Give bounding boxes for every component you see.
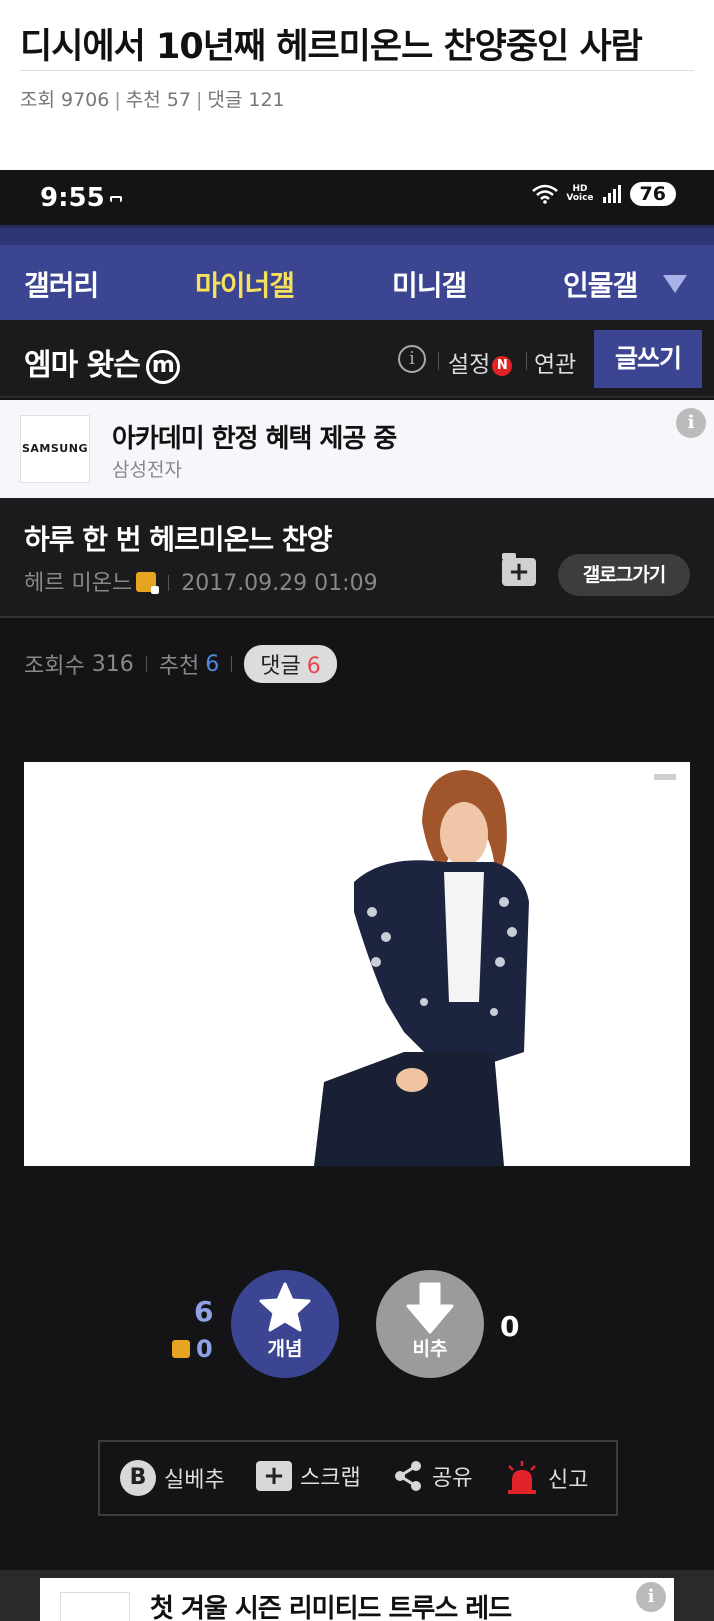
settings-label: 설정 [448, 352, 491, 378]
ad-advertiser: 삼성전자 [112, 459, 182, 481]
comments-button[interactable]: 댓글 6 [244, 645, 337, 683]
report-label: 신고 [548, 1468, 589, 1493]
share-label: 공유 [432, 1466, 473, 1491]
woman-portrait-image [24, 762, 690, 1166]
likes-count: 추천 57 [125, 89, 191, 111]
ad-banner-bottom[interactable]: 첫 겨울 시즌 리미티드 트루스 레드 i [40, 1578, 674, 1621]
upvote-count: 6 [194, 1295, 214, 1328]
vote-area: 6 0 개념 비추 0 [0, 1270, 714, 1420]
share-icon [395, 1461, 421, 1491]
post-stats-line: 조회 9706 | 추천 57 | 댓글 121 [20, 85, 285, 112]
recommend-label: 추천 [158, 654, 200, 679]
post-photo[interactable] [24, 762, 690, 1166]
status-icons: HD Voice 76 [532, 182, 676, 206]
best-recommend-button[interactable]: B 실베추 [120, 1460, 225, 1496]
ad-banner-top[interactable]: SAMSUNG 아카데미 한정 혜택 제공 중 삼성전자 i [0, 400, 714, 498]
post-datetime: 2017.09.29 01:09 [181, 571, 378, 596]
comments-label: 댓글 [260, 654, 301, 679]
status-time: 9:55 [40, 183, 105, 213]
ad-bottom-logo [60, 1592, 130, 1621]
author-name[interactable]: 헤르 미온느 [24, 571, 132, 596]
scrap-button[interactable]: + 스크랩 [256, 1460, 361, 1492]
upvote-label: 개념 [267, 1338, 303, 1360]
action-bar: B 실베추 + 스크랩 공유 신고 [98, 1440, 618, 1516]
comments-value: 6 [306, 654, 321, 679]
star-icon [259, 1282, 311, 1332]
wifi-icon [532, 184, 559, 204]
title-divider [20, 70, 694, 71]
nav-band-line [0, 225, 714, 228]
downvote-count: 0 [500, 1310, 520, 1343]
stats-separator: | [195, 89, 203, 111]
views-value: 316 [91, 651, 134, 677]
post-title: 하루 한 번 헤르미온느 찬양 [24, 523, 332, 556]
samsung-logo: SAMSUNG [20, 415, 90, 483]
ad-info-icon[interactable]: i [676, 408, 706, 438]
fixed-nick-icon [136, 572, 160, 594]
fixed-nick-icon [172, 1340, 190, 1358]
signal-icon [602, 185, 621, 203]
page-title: 디시에서 10년째 헤르미온느 찬양중인 사람 [20, 27, 643, 67]
post-header: 하루 한 번 헤르미온느 찬양 헤르 미온느 2017.09.29 01:09 +… [0, 498, 714, 618]
report-button[interactable]: 신고 [504, 1460, 588, 1496]
settings-link[interactable]: 설정 N [448, 345, 513, 379]
downvote-button[interactable]: 비추 [376, 1270, 484, 1378]
notification-icon [110, 196, 122, 202]
watermark [654, 774, 676, 780]
phone-screenshot: 9:55 HD Voice 76 갤러리 마이너갤 미니갤 인물갤 엠마 왓슨 … [0, 170, 714, 1621]
fixed-upvote-value: 0 [196, 1335, 213, 1363]
battery-indicator: 76 [629, 182, 676, 206]
post-meta: 헤르 미온느 2017.09.29 01:09 [24, 565, 378, 597]
fixed-upvote-count: 0 [172, 1335, 213, 1363]
arrow-down-icon [406, 1282, 454, 1334]
ad-bottom-title: 첫 겨울 시즌 리미티드 트루스 레드 [150, 1594, 512, 1621]
ad-title: 아카데미 한정 혜택 제공 중 [112, 424, 397, 454]
recommend-value: 6 [205, 651, 220, 677]
write-button[interactable]: 글쓰기 [594, 330, 702, 388]
header-separator [438, 352, 439, 370]
stat-separator [145, 656, 147, 672]
views-label: 조회수 [24, 654, 85, 679]
folder-add-icon[interactable]: + [502, 553, 536, 586]
new-badge: N [492, 356, 513, 376]
scrap-label: 스크랩 [300, 1466, 361, 1491]
share-button[interactable]: 공유 [392, 1460, 472, 1492]
stat-separator [231, 656, 233, 672]
downvote-label: 비추 [412, 1338, 448, 1360]
b-icon: B [120, 1460, 156, 1496]
views-count: 조회 9706 [20, 89, 110, 111]
folder-plus-icon: + [256, 1461, 292, 1491]
gallog-button[interactable]: 갤로그가기 [558, 554, 690, 596]
stats-separator: | [114, 89, 121, 111]
related-link[interactable]: 연관 [534, 345, 576, 379]
header-separator [526, 352, 527, 370]
tab-person-gallery[interactable]: 인물갤 [563, 264, 638, 304]
gallery-nav: 갤러리 마이너갤 미니갤 인물갤 [0, 245, 714, 320]
hd-voice-icon: HD Voice [566, 184, 594, 203]
best-recommend-label: 실베추 [164, 1468, 225, 1493]
info-icon[interactable]: i [398, 345, 426, 373]
meta-separator [168, 575, 170, 591]
gallery-name[interactable]: 엠마 왓슨 m [24, 340, 180, 384]
gallery-header: 엠마 왓슨 m i 설정 N 연관 글쓰기 [0, 320, 714, 398]
tab-mini-gallery[interactable]: 미니갤 [392, 264, 467, 304]
siren-icon [508, 1461, 536, 1494]
tab-minor-gallery[interactable]: 마이너갤 [195, 264, 295, 304]
upvote-button[interactable]: 개념 [231, 1270, 339, 1378]
status-bar: 9:55 HD Voice 76 [0, 170, 714, 225]
gallery-name-text: 엠마 왓슨 [24, 348, 141, 383]
nav-band [0, 225, 714, 245]
ad-info-icon[interactable]: i [636, 1582, 666, 1612]
minor-gallery-icon: m [145, 349, 180, 384]
dropdown-arrow-icon[interactable] [663, 275, 687, 293]
comments-count: 댓글 121 [207, 89, 285, 111]
tab-gallery[interactable]: 갤러리 [24, 264, 99, 304]
post-stats: 조회수 316 추천 6 댓글 6 [24, 645, 337, 683]
